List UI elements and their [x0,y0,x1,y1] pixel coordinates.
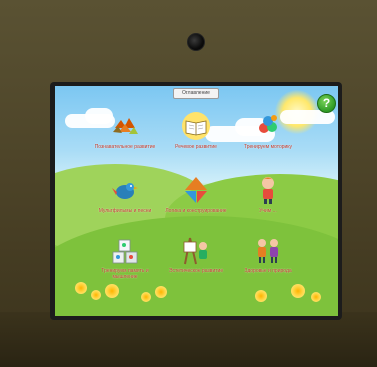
tile-learn[interactable]: Учим ... [233,174,303,236]
kids-icon [258,239,278,263]
tile-speech[interactable]: Речевое развитие [161,110,231,172]
autumn-leaves-icon [113,118,138,134]
flower-decoration [75,282,87,294]
easel-icon [183,237,207,265]
help-button[interactable]: ? [317,94,336,113]
tile-label: Эстетическое развитие [168,268,224,274]
tile-memory[interactable]: Тренируем память и мышление [90,234,160,296]
tile-health[interactable]: Здоровье и природа [233,234,303,296]
tile-aesthetic[interactable]: Эстетическое развитие [161,234,231,296]
cubes-icon [112,239,138,264]
kiosk-base [0,312,377,367]
bird-icon [112,183,138,199]
tile-cognitive[interactable]: Познавательное развитие [90,110,160,172]
tile-motor[interactable]: Тренируем моторику [233,110,303,172]
open-book-icon [182,112,210,140]
contents-tab[interactable]: Оглавление [173,88,219,99]
tile-logic[interactable]: Логика и конструирование [161,174,231,236]
camera-icon [187,33,205,51]
balloons-icon [259,115,277,133]
app-screen: Оглавление ? Познавательное развитие Реч… [55,86,338,316]
tile-label: Учим ... [259,208,277,214]
tile-label: Познавательное развитие [94,144,156,150]
tile-cartoons[interactable]: Мультфильмы и песни [90,174,160,236]
tile-label: Здоровье и природа [244,268,292,274]
flower-decoration [311,292,321,302]
child-icon [262,177,274,204]
tile-label: Логика и конструирование [165,208,227,214]
tile-label: Речевое развитие [175,144,217,150]
tile-label: Мультфильмы и песни [98,208,152,214]
tile-label: Тренируем память и мышление [101,268,149,280]
tile-label: Тренируем моторику [243,144,293,150]
shapes-icon [185,177,207,203]
